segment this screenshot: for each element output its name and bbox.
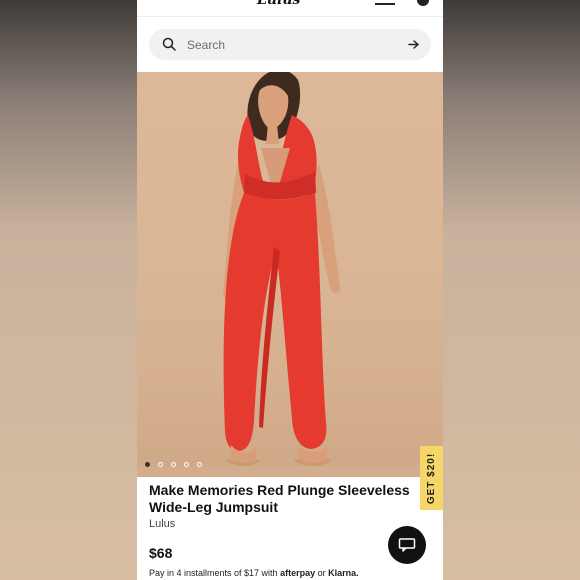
search-input[interactable] [187,29,387,60]
product-image[interactable] [137,72,443,477]
model-figure [223,72,341,466]
pagination-dot[interactable] [184,462,189,467]
bag-icon[interactable] [417,0,429,6]
mobile-screen: Lulus Search GET $20! Make Memories Red … [137,0,443,580]
arrow-right-icon[interactable] [408,39,419,50]
installment-prefix: Pay in 4 installments of $17 with [149,568,278,578]
product-brand[interactable]: Lulus [149,518,175,530]
pagination-dot[interactable] [145,462,150,467]
background-left [0,0,137,580]
promo-label: GET $20! [426,452,438,504]
top-navigation-bar: Lulus [137,0,443,17]
chat-button[interactable] [388,526,426,564]
installment-or: or [317,568,326,578]
search-bar[interactable] [149,29,431,60]
installment-info: Pay in 4 installments of $17 with afterp… [149,568,359,578]
klarna-logo[interactable]: Klarna. [328,568,359,578]
product-price: $68 [149,545,173,561]
background-right [443,0,580,580]
image-pagination[interactable] [145,462,202,468]
pagination-dot[interactable] [197,462,202,467]
chat-icon [398,538,416,552]
search-icon [162,37,176,51]
product-title: Make Memories Red Plunge Sleeveless Wide… [149,482,410,515]
hamburger-icon[interactable] [375,0,395,5]
brand-logo[interactable]: Lulus [257,0,311,8]
pagination-dot[interactable] [158,462,163,467]
promo-tab[interactable]: GET $20! [420,446,443,510]
afterpay-logo[interactable]: afterpay [280,568,315,578]
pagination-dot[interactable] [171,462,176,467]
